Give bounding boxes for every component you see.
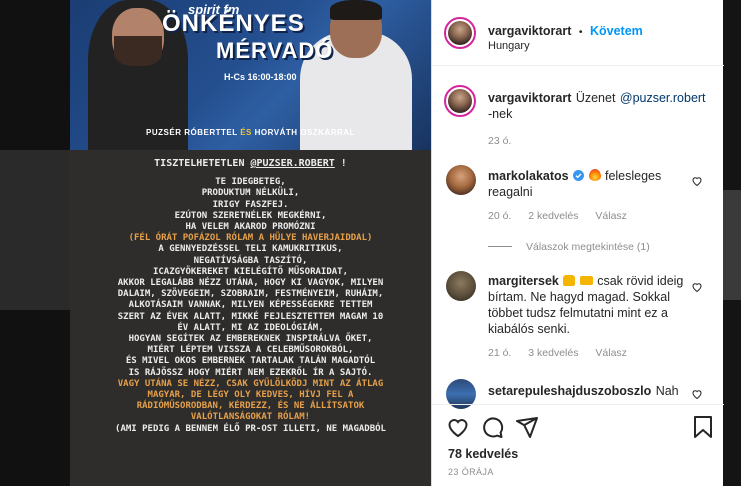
share-send-icon[interactable] bbox=[515, 415, 539, 439]
post-image[interactable]: spirit fm ÖNKÉNYES MÉRVADÓ H-Cs 16:00-18… bbox=[70, 0, 431, 486]
avatar-image bbox=[448, 21, 472, 45]
open-letter-text: TISZTELHETETLEN @PUZSER.ROBERT ! TE IDEGB… bbox=[70, 158, 431, 435]
backdrop-strip bbox=[0, 150, 70, 310]
save-bookmark-icon[interactable] bbox=[692, 415, 716, 439]
comment-username[interactable]: margitersek bbox=[488, 274, 559, 288]
comment-setarepules: setarepuleshajduszoboszlo Nah bbox=[488, 382, 694, 400]
letter-orange1: (FÉL ÓRÁT POFÁZOL RÓLAM A HÜLYE HAVERJAI… bbox=[128, 233, 373, 244]
letter-block2: A GENNYEDZÉSSEL TELI KAMUKRITIKUS, NEGAT… bbox=[117, 244, 384, 378]
letter-block1: TE IDEGBETEG, PRODUKTUM NÉLKÜLI, IRIGY F… bbox=[174, 177, 327, 233]
avatar-image bbox=[448, 89, 472, 113]
avatar[interactable] bbox=[444, 17, 476, 49]
view-replies-line bbox=[488, 246, 512, 247]
caption-avatar[interactable] bbox=[444, 85, 476, 117]
comment-meta: 20 ó. 2 kedvelés Válasz bbox=[488, 210, 627, 222]
instagram-post-modal: spirit fm ÖNKÉNYES MÉRVADÓ H-Cs 16:00-18… bbox=[0, 0, 741, 486]
show-schedule: H-Cs 16:00-18:00 bbox=[224, 72, 297, 82]
host1: PUZSÉR RÓBERTTEL bbox=[146, 128, 238, 137]
emoji-icon bbox=[579, 276, 593, 285]
caption-suffix: -nek bbox=[488, 107, 513, 121]
header-separator: • bbox=[578, 26, 583, 38]
caption-text: Üzenet bbox=[575, 91, 616, 105]
comment-likes[interactable]: 3 kedvelés bbox=[528, 347, 578, 359]
backdrop-right bbox=[723, 0, 741, 486]
post-time-ago[interactable]: 23 ÓRÁJA bbox=[448, 467, 494, 477]
backdrop-left bbox=[0, 0, 70, 486]
reply-button[interactable]: Válasz bbox=[595, 210, 627, 222]
caption-time[interactable]: 23 ó. bbox=[488, 135, 511, 147]
comment-meta: 21 ó. 3 kedvelés Válasz bbox=[488, 347, 627, 359]
like-heart-icon[interactable] bbox=[446, 415, 470, 439]
letter-block3: (AMI PEDIG A BENNEM ÉLŐ PR-OST ILLETI, N… bbox=[115, 423, 386, 434]
post-action-bar: 78 kedvelés 23 ÓRÁJA bbox=[432, 404, 724, 486]
header-username[interactable]: vargaviktorart bbox=[488, 24, 571, 38]
comment-text: Nah bbox=[655, 384, 679, 398]
post-side-panel: vargaviktorart • Követem Hungary vargavi… bbox=[431, 0, 724, 486]
commenter-avatar[interactable] bbox=[446, 165, 476, 195]
greeting-suffix: ! bbox=[334, 158, 347, 169]
commenter-avatar[interactable] bbox=[446, 271, 476, 301]
show-title-line1: ÖNKÉNYES bbox=[162, 10, 305, 37]
comment-bubble-icon[interactable] bbox=[480, 415, 504, 439]
verified-badge-icon bbox=[573, 170, 585, 181]
follow-button[interactable]: Követem bbox=[590, 24, 643, 38]
hosts-amp: ÉS bbox=[240, 128, 252, 137]
comment-username[interactable]: markolakatos bbox=[488, 169, 569, 183]
letter-orange2: VAGY UTÁNA SE NÉZZ, CSAK GYŰLÖLKÖDJ MINT… bbox=[117, 378, 384, 423]
comment-likes[interactable]: 2 kedvelés bbox=[528, 210, 578, 222]
caption: vargaviktorart Üzenet @puzser.robert -ne… bbox=[488, 90, 714, 122]
greeting-prefix: TISZTELHETETLEN bbox=[154, 158, 251, 169]
comment-time[interactable]: 20 ó. bbox=[488, 210, 511, 222]
caption-mention[interactable]: @puzser.robert bbox=[620, 91, 706, 105]
greeting: TISZTELHETETLEN @PUZSER.ROBERT ! bbox=[70, 158, 431, 169]
thumbs-up-emoji-icon bbox=[563, 275, 576, 286]
comment-like-heart-icon[interactable] bbox=[691, 175, 703, 187]
comment-time[interactable]: 21 ó. bbox=[488, 347, 511, 359]
fire-emoji-icon bbox=[588, 169, 601, 181]
radio-show-banner: spirit fm ÖNKÉNYES MÉRVADÓ H-Cs 16:00-18… bbox=[70, 0, 431, 150]
greeting-mention: @PUZSER.ROBERT bbox=[250, 158, 335, 169]
comment-markolakatos: markolakatos felesleges reagalni bbox=[488, 168, 688, 200]
show-hosts: PUZSÉR RÓBERTTEL ÉS HORVÁTH OSZKÁRRAL bbox=[70, 128, 431, 137]
likes-count[interactable]: 78 kedvelés bbox=[448, 447, 518, 461]
backdrop-strip bbox=[723, 190, 741, 300]
host2: HORVÁTH OSZKÁRRAL bbox=[254, 128, 355, 137]
header-location[interactable]: Hungary bbox=[488, 40, 530, 52]
comment-username[interactable]: setarepuleshajduszoboszlo bbox=[488, 384, 651, 398]
comment-margitersek: margitersek csak rövid ideig bírtam. Ne … bbox=[488, 273, 694, 337]
comment-like-heart-icon[interactable] bbox=[691, 281, 703, 293]
comment-like-heart-icon[interactable] bbox=[691, 388, 703, 400]
post-header: vargaviktorart • Követem Hungary bbox=[432, 0, 724, 66]
view-replies-button[interactable]: Válaszok megtekintése (1) bbox=[526, 241, 650, 253]
caption-username[interactable]: vargaviktorart bbox=[488, 91, 571, 105]
beard bbox=[114, 36, 162, 66]
show-title-line2: MÉRVADÓ bbox=[216, 38, 334, 63]
header-user-line: vargaviktorart • Követem bbox=[488, 22, 643, 40]
reply-button[interactable]: Válasz bbox=[595, 347, 627, 359]
hair bbox=[330, 0, 382, 20]
